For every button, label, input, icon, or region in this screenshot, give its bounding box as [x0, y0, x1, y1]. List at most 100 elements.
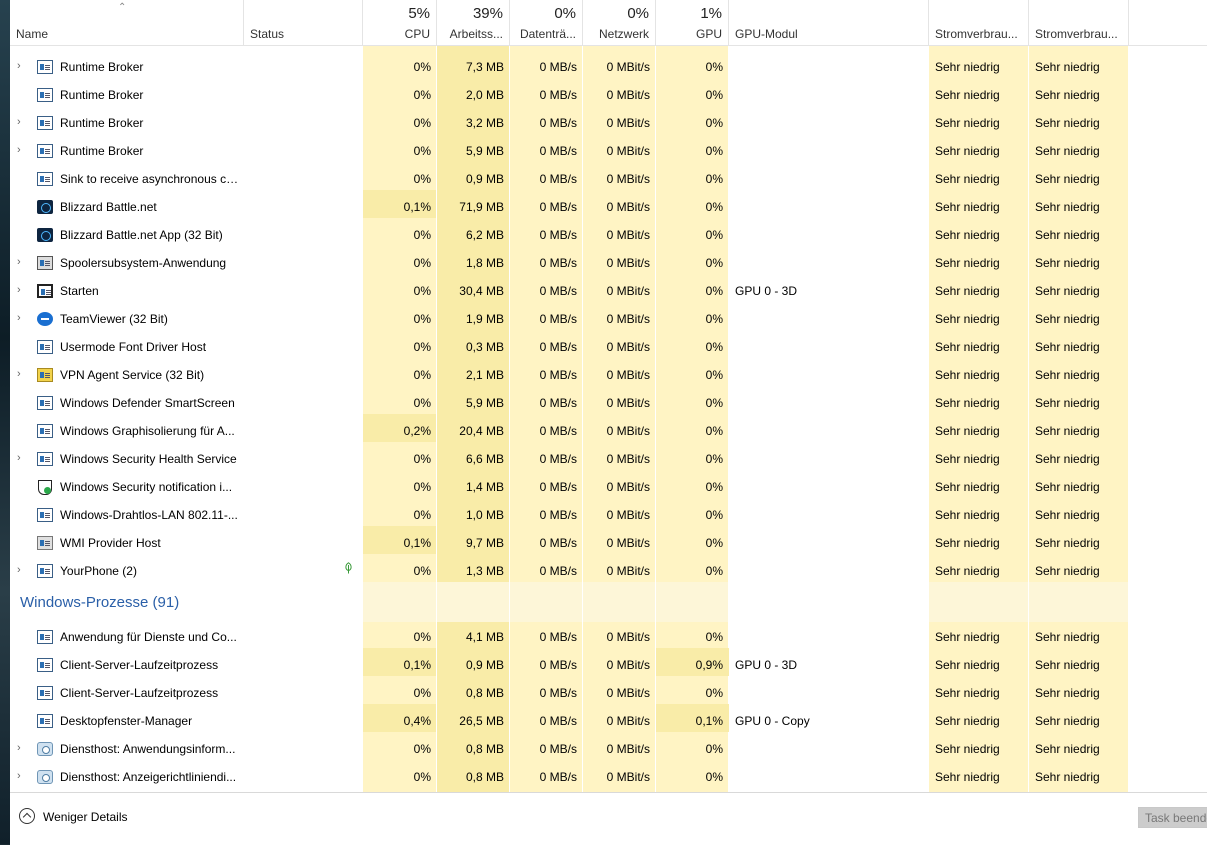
disk-cell: 0 MB/s	[539, 172, 577, 186]
table-row[interactable]: › Runtime Broker 0% 7,3 MB 0 MB/s 0 MBit/s 0% S…	[10, 50, 1207, 78]
expand-chevron-icon[interactable]: ›	[17, 742, 21, 754]
table-row[interactable]: › Spoolersubsystem-Anwendung 0% 1,8 MB 0 MB/…	[10, 246, 1207, 274]
mem-cell: 0,8 MB	[465, 770, 504, 784]
power-cell: Sehr niedrig	[935, 452, 1000, 466]
table-row[interactable]: Windows Defender SmartScreen 0% 5,9 MB 0 MB…	[10, 386, 1207, 414]
table-row[interactable]: Runtime Broker 0% 2,0 MB 0 MB/s 0 MBit/s 0% Se…	[10, 78, 1207, 106]
cpu-cell: 0%	[413, 396, 431, 410]
table-row[interactable]: Windows Security notification i... 0% 1,4 …	[10, 470, 1207, 498]
power-cell: Sehr niedrig	[935, 770, 1000, 784]
gpu-total: 1%	[700, 5, 722, 22]
expand-chevron-icon[interactable]: ›	[17, 770, 21, 782]
power-cell: Sehr niedrig	[935, 200, 1000, 214]
power-cell: Sehr niedrig	[935, 508, 1000, 522]
vertical-scrollbar[interactable]	[1195, 46, 1207, 792]
column-disk[interactable]: 0% Datenträ...	[510, 0, 583, 45]
table-row[interactable]: Blizzard Battle.net App (32 Bit) 0% 6,2 MB…	[10, 218, 1207, 246]
gpu-cell: 0,1%	[695, 714, 723, 728]
table-row[interactable]: › Diensthost: Anzeigerichtliniendi... 0% 0,…	[10, 760, 1207, 788]
gpu-cell: 0%	[705, 284, 723, 298]
trend-cell: Sehr niedrig	[1035, 116, 1100, 130]
expand-chevron-icon[interactable]: ›	[17, 116, 21, 128]
process-name: WMI Provider Host	[60, 536, 161, 550]
expand-chevron-icon[interactable]: ›	[17, 368, 21, 380]
gpu-cell: 0%	[705, 770, 723, 784]
table-row[interactable]: › TeamViewer (32 Bit) 0% 1,9 MB 0 MB/s 0 MBit…	[10, 302, 1207, 330]
expand-chevron-icon[interactable]: ›	[17, 60, 21, 72]
table-row[interactable]: Sink to receive asynchronous ca... 0% 0,9 …	[10, 162, 1207, 190]
group-header-windows-processes[interactable]: Windows-Prozesse (91)	[10, 582, 1207, 622]
power-cell: Sehr niedrig	[935, 256, 1000, 270]
process-name: Runtime Broker	[60, 60, 144, 74]
process-name: Sink to receive asynchronous ca...	[60, 172, 242, 186]
column-status[interactable]: Status	[244, 0, 363, 45]
net-cell: 0 MBit/s	[606, 658, 650, 672]
column-power-trend[interactable]: Stromverbrau...	[1029, 0, 1129, 45]
column-gpu[interactable]: 1% GPU	[656, 0, 729, 45]
column-cpu[interactable]: 5% CPU	[363, 0, 437, 45]
table-row[interactable]: Usermode Font Driver Host 0% 0,3 MB 0 MB/s 0…	[10, 330, 1207, 358]
engine-cell	[729, 442, 929, 470]
process-name: YourPhone (2)	[60, 564, 137, 578]
group-disk-cell	[510, 582, 582, 622]
table-row[interactable]: › YourPhone (2) 0% 1,3 MB 0 MB/s 0 MBit/s 0% Se…	[10, 554, 1207, 582]
power-cell: Sehr niedrig	[935, 714, 1000, 728]
printer-icon	[37, 256, 53, 270]
table-row[interactable]: Windows Graphisolierung für A... 0,2% 20,4…	[10, 414, 1207, 442]
process-name: Blizzard Battle.net App (32 Bit)	[60, 228, 223, 242]
collapse-details-icon[interactable]	[19, 808, 35, 824]
net-cell: 0 MBit/s	[606, 284, 650, 298]
expand-chevron-icon[interactable]: ›	[17, 312, 21, 324]
table-row[interactable]: › Windows Security Health Service 0% 6,6 MB…	[10, 442, 1207, 470]
table-row[interactable]: WMI Provider Host 0,1% 9,7 MB 0 MB/s 0 MBit/…	[10, 526, 1207, 554]
table-row[interactable]: › Starten 0% 30,4 MB 0 MB/s 0 MBit/s 0% GPU 0 -…	[10, 274, 1207, 302]
column-network[interactable]: 0% Netzwerk	[583, 0, 656, 45]
expand-chevron-icon[interactable]: ›	[17, 256, 21, 268]
trend-cell: Sehr niedrig	[1035, 630, 1100, 644]
table-row[interactable]: Client-Server-Laufzeitprozess 0% 0,8 MB 0 M…	[10, 676, 1207, 704]
column-disk-label: Datenträ...	[519, 27, 576, 41]
disk-cell: 0 MB/s	[539, 256, 577, 270]
power-cell: Sehr niedrig	[935, 172, 1000, 186]
table-row[interactable]: Desktopfenster-Manager 0,4% 26,5 MB 0 MB/s 0…	[10, 704, 1207, 732]
mem-cell: 5,9 MB	[465, 144, 504, 158]
battlenet-icon	[37, 228, 53, 242]
end-task-button[interactable]: Task beenden	[1138, 807, 1207, 828]
table-row[interactable]: › VPN Agent Service (32 Bit) 0% 2,1 MB 0 MB/…	[10, 358, 1207, 386]
expand-chevron-icon[interactable]: ›	[17, 452, 21, 464]
mem-cell: 2,1 MB	[465, 368, 504, 382]
mem-cell: 0,3 MB	[465, 340, 504, 354]
table-row[interactable]: › Diensthost: Anwendungsinform... 0% 0,8 MB…	[10, 732, 1207, 760]
column-power-usage[interactable]: Stromverbrau...	[929, 0, 1029, 45]
expand-chevron-icon[interactable]: ›	[17, 564, 21, 576]
column-gpu-engine[interactable]: GPU-Modul	[729, 0, 929, 45]
memory-total: 39%	[472, 5, 503, 22]
column-name[interactable]: Name	[10, 0, 244, 45]
fewer-details-link[interactable]: Weniger Details	[43, 810, 127, 824]
table-row[interactable]: Anwendung für Dienste und Co... 0% 4,1 MB 0…	[10, 620, 1207, 648]
net-cell: 0 MBit/s	[606, 536, 650, 550]
table-row[interactable]: › Runtime Broker 0% 3,2 MB 0 MB/s 0 MBit/s 0% S…	[10, 106, 1207, 134]
process-name: Windows Security notification i...	[60, 480, 233, 494]
net-cell: 0 MBit/s	[606, 424, 650, 438]
group-network-cell	[583, 582, 655, 622]
column-memory[interactable]: 39% Arbeitss...	[437, 0, 510, 45]
table-row[interactable]: Windows-Drahtlos-LAN 802.11-... 0% 1,0 MB 0…	[10, 498, 1207, 526]
expand-chevron-icon[interactable]: ›	[17, 284, 21, 296]
engine-cell	[729, 526, 929, 554]
expand-chevron-icon[interactable]: ›	[17, 144, 21, 156]
table-row[interactable]: Client-Server-Laufzeitprozess 0,1% 0,9 MB 0…	[10, 648, 1207, 676]
gpu-cell: 0%	[705, 88, 723, 102]
network-total: 0%	[627, 5, 649, 22]
engine-cell	[729, 414, 929, 442]
power-cell: Sehr niedrig	[935, 630, 1000, 644]
power-cell: Sehr niedrig	[935, 658, 1000, 672]
net-cell: 0 MBit/s	[606, 312, 650, 326]
gpu-cell: 0%	[705, 424, 723, 438]
trend-cell: Sehr niedrig	[1035, 686, 1100, 700]
process-icon	[37, 714, 53, 728]
trend-cell: Sehr niedrig	[1035, 742, 1100, 756]
table-row[interactable]: › Runtime Broker 0% 5,9 MB 0 MB/s 0 MBit/s 0% S…	[10, 134, 1207, 162]
trend-cell: Sehr niedrig	[1035, 60, 1100, 74]
table-row[interactable]: Blizzard Battle.net 0,1% 71,9 MB 0 MB/s 0 MB…	[10, 190, 1207, 218]
